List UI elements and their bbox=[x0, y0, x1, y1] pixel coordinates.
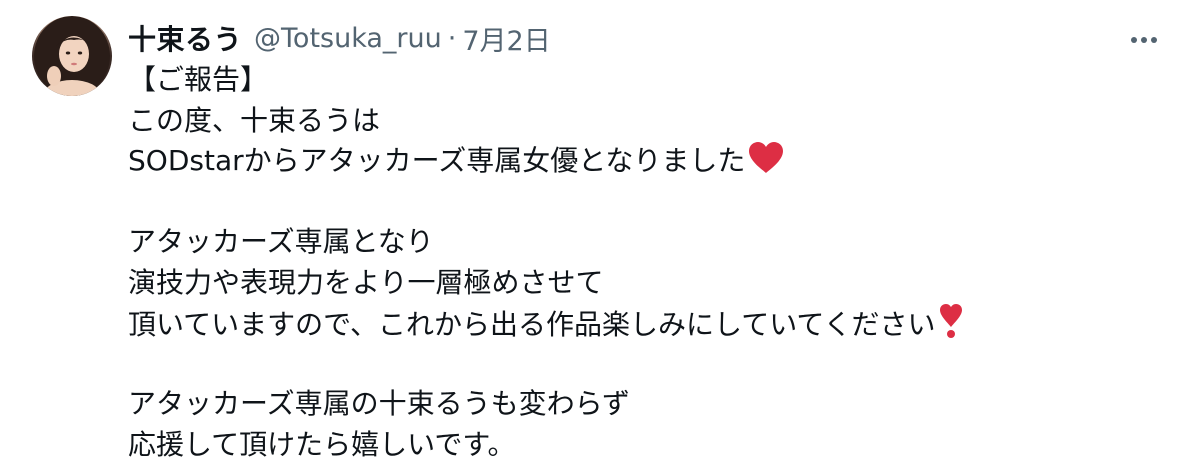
tweet-text: 【ご報告】 この度、十束るうは SODstarからアタッカーズ専属女優となりまし… bbox=[128, 60, 1158, 465]
separator-dot: · bbox=[447, 22, 457, 54]
more-options-button[interactable] bbox=[1126, 22, 1162, 58]
tweet-line: アタッカーズ専属となり bbox=[128, 222, 1158, 263]
tweet-line-text: 応援して頂けたら嬉しいです。 bbox=[128, 427, 516, 461]
tweet-line-text: 演技力や表現力をより一層極めさせて bbox=[128, 265, 604, 299]
tweet-line-text: アタッカーズ専属となり bbox=[128, 225, 434, 258]
tweet[interactable]: 十束るう @Totsuka_ruu · 7月2日 【ご報告】 この度、十束るうは… bbox=[0, 0, 1192, 476]
tweet-line-text: 【ご報告】 bbox=[128, 63, 269, 96]
user-handle[interactable]: @Totsuka_ruu bbox=[254, 23, 442, 54]
heavy-exclamation-heart-emoji-icon bbox=[938, 303, 964, 351]
red-heart-emoji-icon bbox=[747, 141, 785, 187]
tweet-line-text: SODstarからアタッカーズ専属女優となりました bbox=[128, 144, 746, 177]
tweet-line-text: 頂いていますので、これから出る作品楽しみにしていてください bbox=[128, 308, 936, 341]
tweet-line-text: この度、十束るうは bbox=[128, 103, 381, 137]
tweet-line-text: アタッカーズ専属の十束るうも変わらず bbox=[128, 387, 631, 420]
tweet-line: アタッカーズ専属の十束るうも変わらず bbox=[128, 384, 1158, 425]
tweet-line: 応援して頂けたら嬉しいです。 bbox=[128, 425, 1158, 466]
more-horizontal-icon bbox=[1131, 37, 1157, 43]
tweet-line: 頂いていますので、これから出る作品楽しみにしていてください bbox=[128, 303, 1158, 344]
tweet-date[interactable]: 7月2日 bbox=[462, 19, 550, 58]
display-name[interactable]: 十束るう bbox=[128, 18, 242, 58]
tweet-line: SODstarからアタッカーズ専属女優となりました bbox=[128, 141, 1158, 182]
tweet-line: 【ご報告】 bbox=[128, 60, 1158, 101]
tweet-header: 十束るう @Totsuka_ruu · 7月2日 bbox=[128, 18, 551, 58]
avatar[interactable] bbox=[32, 16, 112, 96]
profile-photo-icon bbox=[34, 16, 110, 96]
tweet-line: この度、十束るうは bbox=[128, 101, 1158, 142]
tweet-line: 演技力や表現力をより一層極めさせて bbox=[128, 263, 1158, 304]
